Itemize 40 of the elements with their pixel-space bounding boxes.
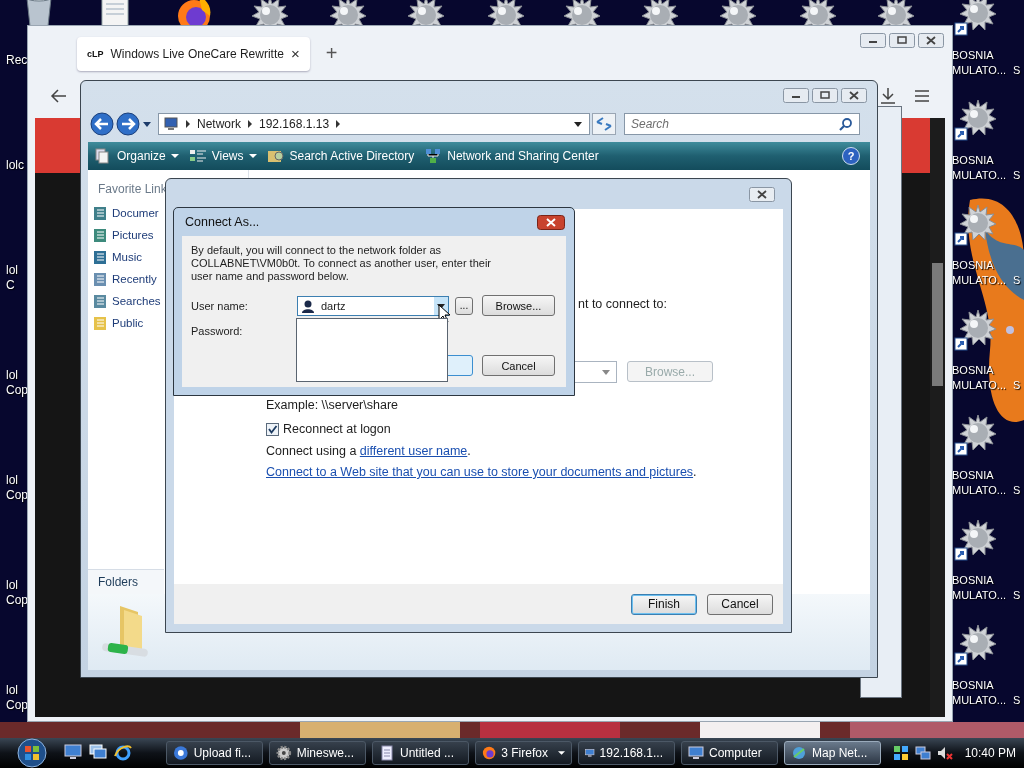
desktop-icon-label: MULATO... (952, 168, 1006, 183)
desktop-icon-label: C (6, 278, 16, 293)
desktop-icon-label: Cop (6, 698, 27, 713)
desktop-icon-label: lol (6, 368, 19, 383)
instruction-text: nt to connect to: (578, 297, 667, 311)
desktop-icon-label: MULATO... (952, 483, 1006, 498)
desktop-icon-label: S (1013, 483, 1021, 498)
web-site-text: Connect to a Web site that you can use to store your documents and pictures. (266, 465, 697, 479)
desktop-icon-label: lol (6, 473, 19, 488)
tab-title: Windows Live OneCare Rewritte (110, 46, 284, 61)
desktop-icon-label: S (1013, 378, 1021, 393)
desktop-icon-label: MULATO... (952, 63, 1006, 78)
desktop-icon-label: MULATO... (952, 588, 1006, 603)
field-label: Password: (191, 325, 243, 337)
example-text: Example: \\server\share (266, 398, 398, 412)
dialog-title: Connect As... (185, 215, 260, 229)
desktop-icon-label: BOSNIA (952, 48, 995, 63)
site-favicon: cLP (87, 48, 104, 59)
desktop-icon-label: lolc (6, 158, 25, 173)
desktop-icon-label: Cop (6, 593, 27, 608)
desktop-icon-label: MULATO... (952, 693, 1006, 708)
desktop-icon-label: Cop (6, 488, 27, 503)
desktop-icon-label: Cop (6, 383, 27, 398)
desktop-icon-label: Rec (6, 53, 27, 68)
connect-using-text: Connect using a different user name. (266, 444, 471, 458)
desktop-icon-label: S (1013, 273, 1021, 288)
desktop-icon-label: lol (6, 578, 19, 593)
desktop-icon-label: BOSNIA (952, 468, 995, 483)
desktop-icon-label: S (1013, 168, 1021, 183)
desktop-icon-label: BOSNIA (952, 678, 995, 693)
desktop-icon-label: S (1013, 588, 1021, 603)
dialog-message: By default, you will connect to the network folder as COLLABNET\VM0b0t. To connect as another user, enter their user name and password below. (191, 244, 491, 283)
field-label: User name: (191, 299, 249, 312)
desktop-icon-label: lol (6, 263, 19, 278)
desktop-icon-label: BOSNIA (952, 573, 995, 588)
desktop-icon-label: lol (6, 683, 19, 698)
desktop-icon-label: BOSNIA (952, 153, 995, 168)
desktop-icon-label: S (1013, 63, 1021, 78)
checkbox-label: Reconnect at logon (283, 422, 391, 436)
desktop-icon-label: S (1013, 693, 1021, 708)
